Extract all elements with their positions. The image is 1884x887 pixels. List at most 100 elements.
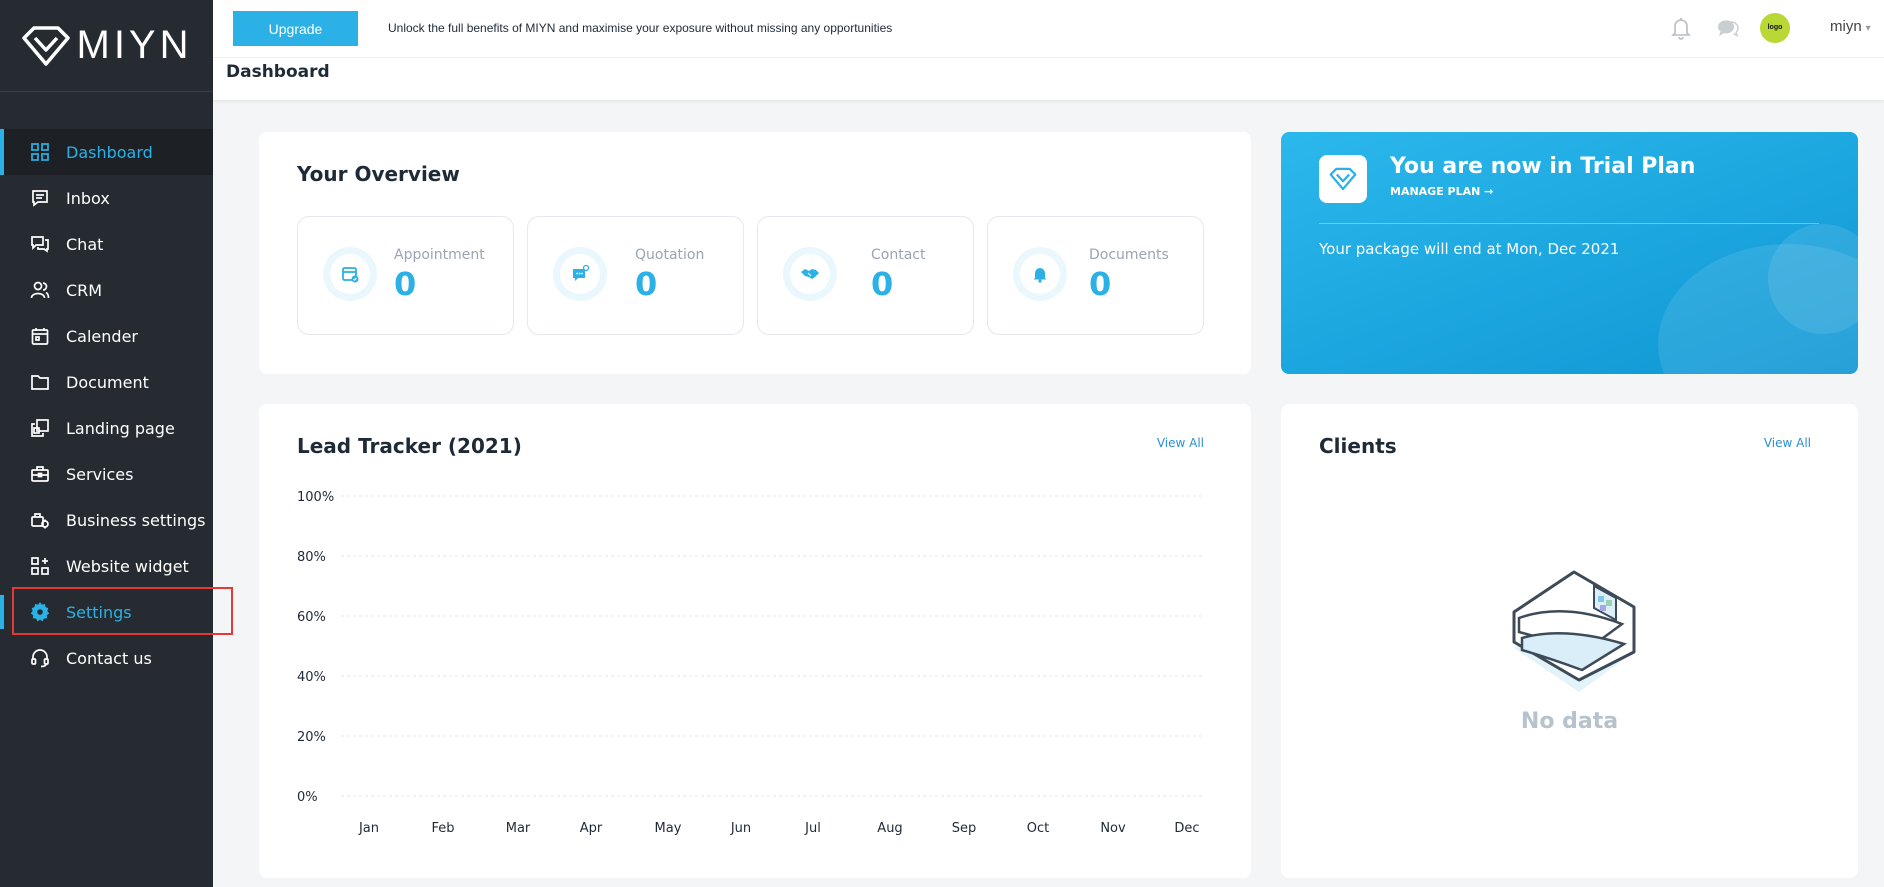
x-tick-label: Nov [1100, 821, 1126, 836]
sidebar-item-inbox[interactable]: Inbox [0, 175, 213, 221]
diamond-logo-icon [1319, 155, 1367, 203]
message-icon [29, 187, 51, 209]
stat-value: 0 [635, 265, 658, 303]
sidebar-item-label: Chat [66, 234, 104, 254]
stat-label: Contact [871, 247, 926, 263]
x-tick-label: Aug [877, 821, 902, 836]
y-tick-label: 100% [297, 490, 334, 505]
sidebar-item-contact-us[interactable]: Contact us [0, 635, 213, 681]
manage-plan-link[interactable]: MANAGE PLAN → [1390, 185, 1493, 198]
bell-icon [1013, 247, 1067, 301]
stat-label: Documents [1089, 247, 1169, 263]
sidebar-item-label: Business settings [66, 510, 206, 530]
grid-icon [29, 141, 51, 163]
stat-value: 0 [1089, 265, 1112, 303]
stat-quotation[interactable]: Quotation 0 [527, 216, 744, 335]
business-settings-icon [29, 509, 51, 531]
x-tick-label: Feb [431, 821, 454, 836]
sidebar-item-landing-page[interactable]: Landing page [0, 405, 213, 451]
brand-name: MIYN [76, 23, 193, 67]
sidebar-item-label: Landing page [66, 418, 175, 438]
empty-box-icon [1512, 570, 1636, 692]
trial-title: You are now in Trial Plan [1390, 154, 1696, 179]
stat-label: Appointment [394, 247, 485, 263]
sidebar-item-label: Document [66, 372, 149, 392]
y-tick-label: 40% [297, 670, 326, 685]
x-tick-label: Jul [804, 821, 821, 836]
notification-bell-icon[interactable] [1671, 16, 1691, 44]
sidebar-item-label: Settings [66, 602, 132, 622]
no-data-text: No data [1520, 709, 1619, 734]
overview-card: Your Overview Appointment 0 Quotation 0 … [259, 132, 1251, 374]
pages-icon [29, 417, 51, 439]
y-tick-label: 20% [297, 730, 326, 745]
clients-title: Clients [1319, 434, 1397, 458]
sidebar-item-document[interactable]: Document [0, 359, 213, 405]
sidebar-item-label: CRM [66, 280, 103, 300]
calendar-check-icon [323, 247, 377, 301]
sidebar-item-business-settings[interactable]: Business settings [0, 497, 213, 543]
brand-logo[interactable]: MIYN [0, 0, 213, 92]
users-icon [29, 279, 51, 301]
stat-value: 0 [394, 265, 417, 303]
top-bar: Upgrade Unlock the full benefits of MIYN… [213, 0, 1884, 58]
headset-icon [29, 647, 51, 669]
sidebar-item-services[interactable]: Services [0, 451, 213, 497]
folder-icon [29, 371, 51, 393]
sidebar-item-crm[interactable]: CRM [0, 267, 213, 313]
sidebar-item-chat[interactable]: Chat [0, 221, 213, 267]
stat-label: Quotation [635, 247, 705, 263]
sidebar-item-label: Website widget [66, 556, 189, 576]
sidebar-item-label: Services [66, 464, 134, 484]
page-title: Dashboard [226, 62, 330, 82]
y-tick-label: 60% [297, 610, 326, 625]
stat-appointment[interactable]: Appointment 0 [297, 216, 514, 335]
x-tick-label: Apr [580, 821, 603, 836]
lead-tracker-chart: 100% 80% 60% 40% 20% 0% Jan Feb Mar Apr May Jun Jul A… [297, 490, 1204, 836]
chevron-down-icon: ▾ [1865, 23, 1871, 34]
x-tick-label: Sep [952, 821, 977, 836]
stat-value: 0 [871, 265, 894, 303]
calendar-icon [29, 325, 51, 347]
x-tick-label: Jun [730, 821, 751, 836]
sidebar-nav: Dashboard Inbox Chat CRM Calender Docume… [0, 129, 213, 681]
x-tick-label: May [655, 821, 682, 836]
sidebar-item-label: Dashboard [66, 142, 153, 162]
briefcase-icon [29, 463, 51, 485]
promo-text: Unlock the full benefits of MIYN and max… [388, 21, 893, 35]
upgrade-button[interactable]: Upgrade [233, 11, 358, 46]
sidebar-item-label: Inbox [66, 188, 110, 208]
y-tick-label: 80% [297, 550, 326, 565]
chat-icon [29, 233, 51, 255]
sidebar: MIYN Dashboard Inbox Chat CRM Calender D… [0, 0, 233, 887]
x-tick-label: Dec [1174, 821, 1199, 836]
username-label: miyn [1830, 18, 1862, 35]
clients-view-all-link[interactable]: View All [1764, 436, 1811, 450]
sidebar-item-calender[interactable]: Calender [0, 313, 213, 359]
page-header: Dashboard [213, 58, 1884, 100]
x-tick-label: Mar [506, 821, 531, 836]
avatar[interactable]: logo [1760, 13, 1790, 43]
divider [1319, 223, 1819, 224]
trial-plan-card: You are now in Trial Plan MANAGE PLAN → … [1281, 132, 1858, 374]
overview-title: Your Overview [297, 162, 460, 186]
x-tick-label: Oct [1027, 821, 1049, 836]
diamond-logo-icon [21, 25, 70, 66]
sidebar-item-website-widget[interactable]: Website widget [0, 543, 213, 589]
stat-contact[interactable]: Contact 0 [757, 216, 974, 335]
y-tick-label: 0% [297, 790, 318, 805]
stat-documents[interactable]: Documents 0 [987, 216, 1204, 335]
widget-icon [29, 555, 51, 577]
sidebar-item-settings[interactable]: Settings [0, 589, 213, 635]
package-end-text: Your package will end at Mon, Dec 2021 [1319, 240, 1620, 258]
user-menu[interactable]: miyn ▾ [1830, 18, 1871, 35]
sidebar-item-label: Calender [66, 326, 138, 346]
sidebar-item-dashboard[interactable]: Dashboard [0, 129, 213, 175]
lead-tracker-card: Lead Tracker (2021) View All 100% 80% 60% 4… [259, 404, 1251, 878]
clients-card: Clients View All No data [1281, 404, 1858, 878]
x-tick-label: Jan [358, 821, 379, 836]
quote-chat-icon [553, 247, 607, 301]
messages-icon[interactable] [1716, 18, 1740, 42]
gear-icon [29, 601, 51, 623]
sidebar-item-label: Contact us [66, 648, 152, 668]
